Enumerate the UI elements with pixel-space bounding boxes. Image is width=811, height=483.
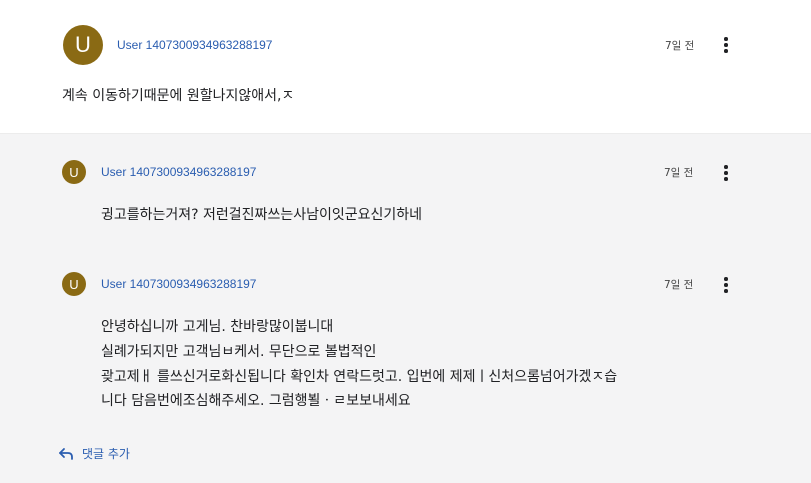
add-reply-button[interactable]: 댓글 추가 bbox=[58, 445, 130, 462]
comment-author[interactable]: User 1407300934963288197 bbox=[117, 38, 272, 52]
comment-text: 계속 이동하기때문에 원할나지않애서,ㅈ bbox=[62, 88, 295, 104]
reply-text-line: 니다 담음번에조심해주세오. 그럼행뵐ㆍㄹ보보내세요 bbox=[101, 393, 411, 409]
reply-author[interactable]: User 1407300934963288197 bbox=[101, 165, 256, 179]
more-vert-icon bbox=[724, 37, 728, 41]
more-options-button[interactable] bbox=[718, 35, 734, 55]
reply-thread bbox=[0, 133, 811, 483]
reply-author[interactable]: User 1407300934963288197 bbox=[101, 277, 256, 291]
avatar-letter: U bbox=[69, 164, 79, 180]
reply-avatar[interactable]: U bbox=[62, 160, 86, 184]
more-vert-icon bbox=[724, 277, 728, 281]
reply-arrow-icon bbox=[59, 447, 73, 460]
comment-time: 7일 전 bbox=[665, 40, 695, 52]
reply-time: 7일 전 bbox=[664, 279, 694, 291]
reply-text-line: 괒고제ㅐ 를쓰신거로화신됩니다 확인차 연락드럿고. 입번에 제제ㅣ신처으롬넘어… bbox=[101, 369, 618, 385]
more-vert-icon bbox=[724, 165, 728, 169]
avatar-letter: U bbox=[75, 32, 91, 57]
avatar[interactable]: U bbox=[63, 25, 103, 65]
reply-text-line: 귕고를하는거져? 저런걸진짜쓰는사남이잇군요신기하네 bbox=[101, 207, 422, 223]
avatar-letter: U bbox=[69, 276, 79, 292]
main-comment: U User 1407300934963288197 7일 전 계속 이동하기때… bbox=[0, 0, 811, 133]
reply-text-line: 안녕하십니까 고게님. 찬바랑많이붑니대 bbox=[101, 319, 334, 335]
reply-avatar[interactable]: U bbox=[62, 272, 86, 296]
reply-more-options-button[interactable] bbox=[718, 163, 734, 183]
reply-text-line: 실례가되지만 고객님ㅂ케서. 무단으로 볼법적인 bbox=[101, 344, 377, 360]
add-reply-label: 댓글 추가 bbox=[82, 447, 130, 461]
reply-time: 7일 전 bbox=[664, 167, 694, 179]
reply-more-options-button[interactable] bbox=[718, 275, 734, 295]
